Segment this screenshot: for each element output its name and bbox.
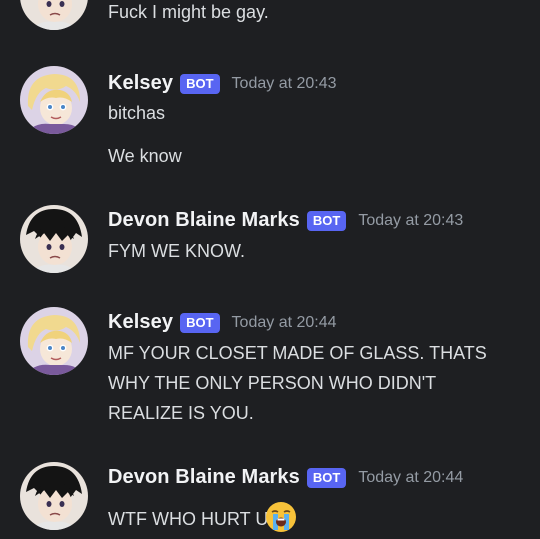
- message-header: Kelsey BOT Today at 20:44: [108, 311, 337, 334]
- message-text-content: WTF WHO HURT U: [108, 509, 269, 529]
- avatar-devon[interactable]: [20, 0, 88, 30]
- timestamp: Today at 20:43: [231, 74, 337, 92]
- message-header: Devon Blaine Marks BOT Today at 20:44: [108, 466, 463, 489]
- avatar-devon[interactable]: [20, 462, 88, 530]
- message-header: Kelsey BOT Today at 20:43: [108, 72, 337, 95]
- bot-tag: BOT: [306, 467, 347, 488]
- bot-tag: BOT: [180, 73, 220, 94]
- message-text: WTF WHO HURT U: [108, 500, 298, 534]
- bot-tag: BOT: [180, 312, 220, 333]
- bot-tag: BOT: [306, 210, 347, 231]
- message-text: Fuck I might be gay.: [108, 2, 269, 22]
- chat-messages: Fuck I might be gay. Kelsey BOT Today at…: [0, 0, 540, 539]
- username[interactable]: Kelsey: [108, 72, 173, 95]
- message-text: bitchas: [108, 103, 166, 123]
- avatar-kelsey[interactable]: [20, 307, 88, 375]
- message-text: We know: [108, 146, 182, 166]
- avatar-kelsey[interactable]: [20, 66, 88, 134]
- message-text: MF YOUR CLOSET MADE OF GLASS. THATS: [108, 343, 487, 363]
- username[interactable]: Devon Blaine Marks: [108, 466, 300, 489]
- timestamp: Today at 20:43: [358, 211, 464, 229]
- message-header: Devon Blaine Marks BOT Today at 20:43: [108, 209, 463, 232]
- message-text: FYM WE KNOW.: [108, 241, 245, 261]
- message-text: REALIZE IS YOU.: [108, 403, 254, 423]
- timestamp: Today at 20:44: [358, 468, 464, 486]
- timestamp: Today at 20:44: [231, 313, 337, 331]
- message-text: WHY THE ONLY PERSON WHO DIDN'T: [108, 373, 437, 393]
- avatar-devon[interactable]: [20, 205, 88, 273]
- loudly-crying-face-emoji: [266, 502, 297, 532]
- username[interactable]: Devon Blaine Marks: [108, 209, 300, 232]
- username[interactable]: Kelsey: [108, 311, 173, 334]
